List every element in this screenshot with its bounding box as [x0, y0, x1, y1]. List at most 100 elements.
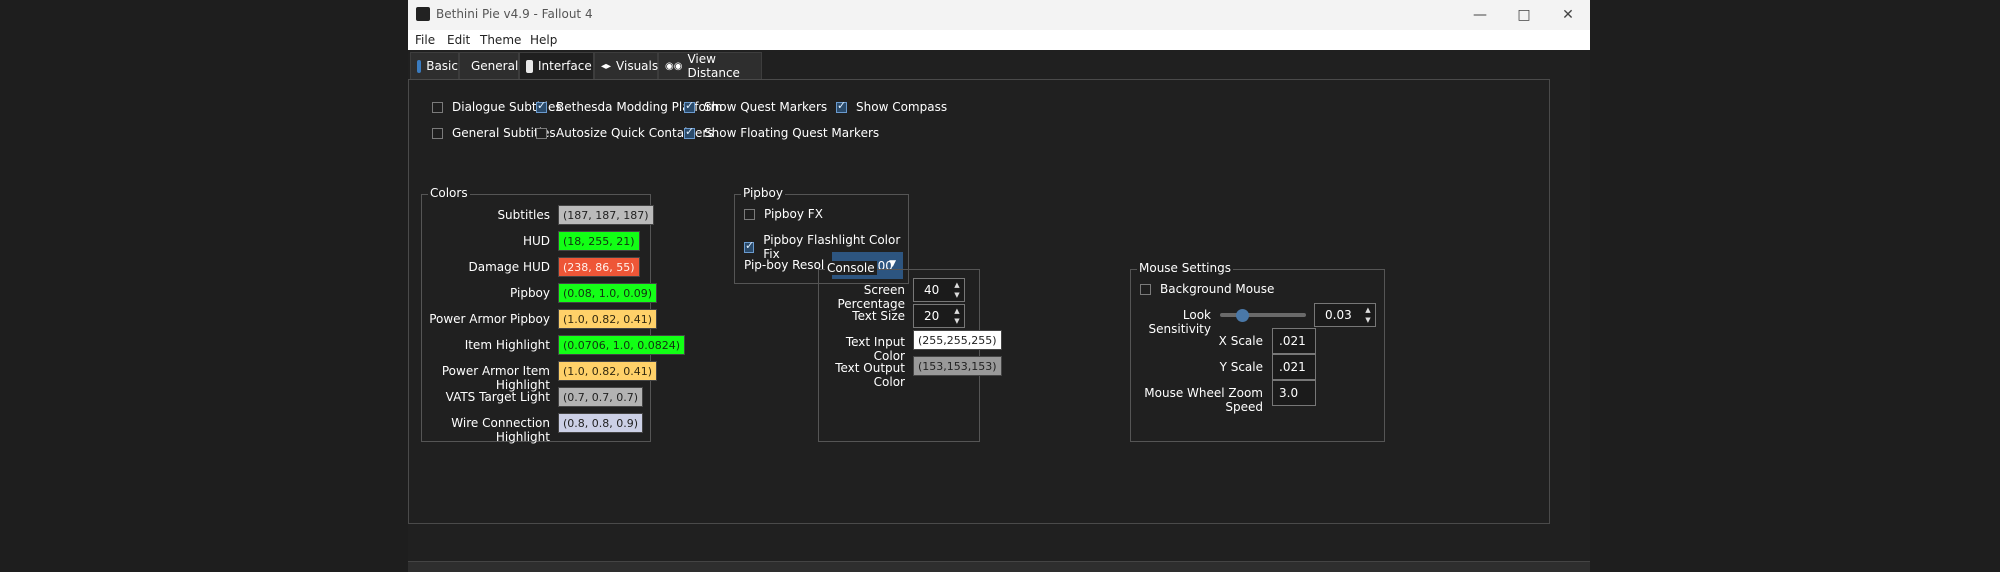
tab-label: General [471, 59, 519, 73]
mouse-settings-legend: Mouse Settings [1137, 261, 1233, 275]
tab-general[interactable]: General [459, 52, 519, 80]
show-compass-checkbox[interactable]: Show Compass [836, 99, 948, 114]
slider-handle[interactable] [1235, 309, 1249, 322]
menu-edit[interactable]: Edit [447, 33, 470, 47]
color-swatch[interactable]: (18, 255, 21) [558, 231, 640, 251]
color-swatch[interactable]: (0.8, 0.8, 0.9) [558, 413, 644, 433]
maximize-icon[interactable]: □ [1502, 0, 1546, 30]
text-output-color-label: Text Output Color [835, 361, 905, 389]
app-icon [416, 7, 430, 21]
color-swatch[interactable]: (0.7, 0.7, 0.7) [558, 387, 644, 407]
text-output-color-swatch[interactable]: (153,153,153) [913, 356, 1002, 376]
tab-label: Basic [426, 59, 458, 73]
text-size-label: Text Size [852, 309, 905, 323]
menu-help[interactable]: Help [530, 33, 557, 47]
mouse-wheel-zoom-speed-input[interactable]: 3.0 [1272, 380, 1316, 406]
checkbox-label: Pipboy FX [764, 207, 823, 221]
window-title: Bethini Pie v4.9 - Fallout 4 [436, 7, 593, 21]
input-value: .021 [1279, 334, 1306, 348]
interface-icon [526, 59, 533, 73]
spinner-arrows-icon[interactable]: ▲ ▼ [1363, 305, 1373, 325]
color-label: Item Highlight [464, 338, 550, 352]
x-scale-input[interactable]: .021 [1272, 328, 1316, 354]
look-sensitivity-slider[interactable] [1220, 313, 1306, 317]
pipboy-legend: Pipboy [741, 186, 785, 200]
tab-view-distance[interactable]: ◉◉ View Distance [658, 52, 762, 80]
status-bar [408, 561, 1590, 572]
swatch-value: (238, 86, 55) [563, 260, 635, 274]
input-value: .021 [1279, 360, 1306, 374]
tab-interface[interactable]: Interface [519, 52, 594, 80]
show-quest-markers-checkbox[interactable]: Show Quest Markers [684, 99, 827, 114]
text-input-color-label: Text Input Color [845, 335, 905, 363]
color-swatch[interactable]: (1.0, 0.82, 0.41) [558, 361, 658, 381]
color-label: Pipboy [510, 286, 550, 300]
spinner-arrows-icon[interactable]: ▲ ▼ [952, 306, 962, 326]
spinbox-value: 20 [924, 309, 940, 323]
menu-bar: File Edit Theme Help [408, 30, 1590, 50]
minimize-icon[interactable]: — [1458, 0, 1502, 30]
checkbox-box[interactable] [744, 208, 755, 220]
chevron-down-icon: ▼ [889, 259, 896, 269]
color-label: VATS Target Light [445, 390, 550, 404]
swatch-value: (0.7, 0.7, 0.7) [563, 390, 639, 404]
text-input-color-swatch[interactable]: (255,255,255) [913, 330, 1002, 350]
close-icon[interactable]: ✕ [1546, 0, 1590, 30]
y-scale-input[interactable]: .021 [1272, 354, 1316, 380]
tab-basic[interactable]: Basic [410, 52, 459, 80]
spinbox-value: 40 [924, 283, 940, 297]
view-distance-icon: ◉◉ [665, 60, 683, 72]
swatch-value: (0.08, 1.0, 0.09) [563, 286, 653, 300]
checkbox-box[interactable] [684, 125, 695, 139]
color-swatch[interactable]: (0.08, 1.0, 0.09) [558, 283, 658, 303]
show-floating-quest-markers-checkbox[interactable]: Show Floating Quest Markers [684, 125, 879, 140]
color-label: Subtitles [497, 208, 550, 222]
color-swatch[interactable]: (1.0, 0.82, 0.41) [558, 309, 658, 329]
interface-panel: Dialogue Subtitles Bethesda Modding Plat… [408, 79, 1550, 524]
swatch-value: (0.8, 0.8, 0.9) [563, 416, 639, 430]
swatch-value: (1.0, 0.82, 0.41) [563, 364, 653, 378]
checkbox-box[interactable] [536, 127, 547, 139]
menu-file[interactable]: File [415, 33, 435, 47]
text-size-spinbox[interactable]: 20 ▲ ▼ [913, 304, 965, 328]
swatch-value: (187, 187, 187) [563, 208, 649, 222]
basic-icon [417, 59, 422, 73]
visuals-icon: ◂▸ [601, 60, 612, 72]
checkbox-box[interactable] [836, 99, 847, 113]
screen-percentage-spinbox[interactable]: 40 ▲ ▼ [913, 278, 965, 302]
checkbox-box[interactable] [432, 101, 443, 113]
menu-theme[interactable]: Theme [480, 33, 521, 47]
look-sensitivity-spinbox[interactable]: 0.03 ▲ ▼ [1314, 303, 1376, 327]
background-mouse-checkbox[interactable]: Background Mouse [1140, 282, 1274, 296]
x-scale-label: X Scale [1218, 334, 1263, 348]
look-sensitivity-label: Look Sensitivity [1148, 308, 1211, 336]
checkbox-label: Show Compass [856, 100, 948, 114]
tab-visuals[interactable]: ◂▸ Visuals [594, 52, 658, 80]
colors-group: Colors Subtitles (187, 187, 187) HUD (18, 2… [421, 186, 686, 444]
color-label: HUD [522, 234, 550, 248]
color-label: Damage HUD [468, 260, 551, 274]
colors-legend: Colors [428, 186, 470, 200]
checkbox-box[interactable] [536, 99, 547, 113]
checkbox-box[interactable] [432, 127, 443, 139]
swatch-value: (153,153,153) [918, 359, 997, 373]
checkbox-box[interactable] [684, 99, 695, 113]
tab-label: Visuals [616, 59, 659, 73]
color-swatch[interactable]: (187, 187, 187) [558, 205, 654, 225]
color-swatch[interactable]: (238, 86, 55) [558, 257, 640, 277]
input-value: 3.0 [1279, 386, 1299, 400]
pipboy-fx-checkbox[interactable]: Pipboy FX [744, 207, 823, 221]
tab-label: View Distance [687, 52, 740, 80]
mouse-settings-group: Mouse Settings Background Mouse Look Sen… [1130, 261, 1385, 442]
color-label: Power Armor Item Highlight [441, 364, 550, 392]
color-swatch[interactable]: (0.0706, 1.0, 0.0824) [558, 335, 686, 355]
mouse-wheel-zoom-speed-label: Mouse Wheel Zoom Speed [1144, 386, 1263, 414]
spinbox-value: 0.03 [1325, 308, 1352, 322]
console-group: Console Screen Percentage 40 ▲ ▼ Text Siz… [818, 261, 1002, 442]
checkbox-box[interactable] [1140, 283, 1151, 295]
color-label: Wire Connection Highlight [451, 416, 550, 444]
checkbox-box[interactable] [744, 239, 755, 253]
spinner-arrows-icon[interactable]: ▲ ▼ [952, 280, 962, 300]
screen-percentage-label: Screen Percentage [837, 283, 905, 311]
app-window: Bethini Pie v4.9 - Fallout 4 — □ ✕ File … [408, 0, 1590, 572]
